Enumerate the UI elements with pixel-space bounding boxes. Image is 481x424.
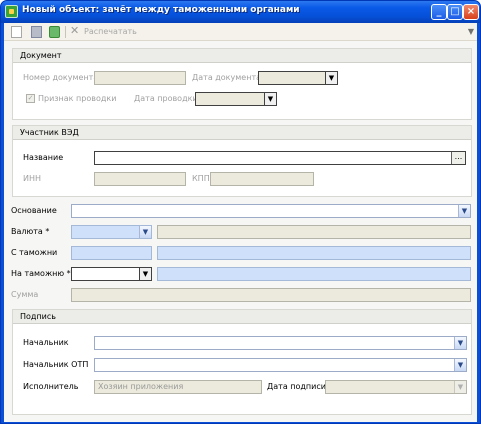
print-button[interactable]: Распечатать: [84, 27, 137, 36]
to-customs-label: На таможню *: [11, 269, 71, 278]
posting-date-picker[interactable]: ▼: [195, 92, 277, 106]
ellipsis-button[interactable]: ...: [451, 152, 465, 164]
to-customs-name-field[interactable]: [157, 267, 471, 281]
chief-dropdown[interactable]: ▼: [94, 336, 467, 350]
toolbar-separator: [65, 26, 66, 38]
posting-date-label: Дата проводки: [134, 94, 198, 103]
from-customs-label: С таможни: [11, 248, 58, 257]
basis-dropdown[interactable]: ▼: [71, 204, 471, 218]
app-icon: [5, 5, 18, 18]
executor-field[interactable]: Хозяин приложения: [94, 380, 262, 394]
participant-name-field[interactable]: ...: [94, 151, 466, 165]
toolbar: ✕ Распечатать ▼: [4, 23, 477, 41]
executor-label: Исполнитель: [23, 382, 79, 391]
from-customs-code-field[interactable]: [71, 246, 152, 260]
kpp-field[interactable]: [210, 172, 314, 186]
window-title: Новый объект: зачёт между таможенными ор…: [22, 5, 300, 15]
kpp-label: КПП: [192, 174, 210, 183]
posting-flag-label: Признак проводки: [38, 94, 117, 103]
basis-label: Основание: [11, 206, 57, 215]
signature-group: Подпись Начальник ▼ Начальник ОТП ▼ Испо…: [12, 309, 472, 415]
refresh-icon[interactable]: [49, 26, 60, 38]
chevron-down-icon[interactable]: ▼: [458, 205, 470, 217]
inn-label: ИНН: [23, 174, 42, 183]
document-group-header: Документ: [13, 49, 471, 63]
signature-group-header: Подпись: [13, 310, 471, 324]
inn-field[interactable]: [94, 172, 186, 186]
close-button[interactable]: ×: [463, 4, 479, 20]
new-document-icon[interactable]: [11, 26, 22, 38]
chief-label: Начальник: [23, 338, 69, 347]
chevron-down-icon[interactable]: ▼: [264, 93, 276, 105]
from-customs-name-field[interactable]: [157, 246, 471, 260]
chevron-down-icon[interactable]: ▼: [139, 226, 151, 238]
sign-date-picker[interactable]: ▼: [325, 380, 467, 394]
currency-name-field[interactable]: [157, 225, 471, 239]
toolbar-overflow-icon[interactable]: ▼: [468, 27, 474, 36]
chevron-down-icon[interactable]: ▼: [454, 337, 466, 349]
currency-dropdown[interactable]: ▼: [71, 225, 152, 239]
participant-group-header: Участник ВЭД: [13, 126, 471, 140]
doc-number-label: Номер документа: [23, 73, 99, 82]
window-client: ✕ Распечатать ▼ Документ Номер документа…: [4, 23, 477, 422]
dialog-window: Новый объект: зачёт между таможенными ор…: [0, 0, 481, 424]
to-customs-dropdown[interactable]: ▼: [71, 267, 152, 281]
sign-date-label: Дата подписи: [267, 382, 326, 391]
doc-number-field[interactable]: [94, 71, 186, 85]
amount-label: Сумма: [11, 290, 39, 299]
chief-otp-dropdown[interactable]: ▼: [94, 358, 467, 372]
document-group: Документ Номер документа Дата документа …: [12, 48, 472, 120]
posting-flag-checkbox[interactable]: ✓: [26, 94, 35, 103]
form-content: Документ Номер документа Дата документа …: [4, 41, 477, 422]
participant-name-label: Название: [23, 153, 64, 162]
chief-otp-label: Начальник ОТП: [23, 360, 89, 369]
delete-icon[interactable]: ✕: [70, 24, 79, 37]
minimize-button[interactable]: _: [431, 4, 447, 20]
doc-date-label: Дата документа: [192, 73, 261, 82]
doc-date-picker[interactable]: ▼: [258, 71, 338, 85]
maximize-button[interactable]: □: [447, 4, 463, 20]
chevron-down-icon[interactable]: ▼: [454, 381, 466, 393]
save-icon[interactable]: [31, 26, 42, 38]
chevron-down-icon[interactable]: ▼: [325, 72, 337, 84]
chevron-down-icon[interactable]: ▼: [454, 359, 466, 371]
participant-group: Участник ВЭД Название ... ИНН КПП: [12, 125, 472, 197]
chevron-down-icon[interactable]: ▼: [139, 268, 151, 280]
amount-field[interactable]: [71, 288, 471, 302]
title-bar[interactable]: Новый объект: зачёт между таможенными ор…: [1, 1, 480, 23]
currency-label: Валюта *: [11, 227, 50, 236]
